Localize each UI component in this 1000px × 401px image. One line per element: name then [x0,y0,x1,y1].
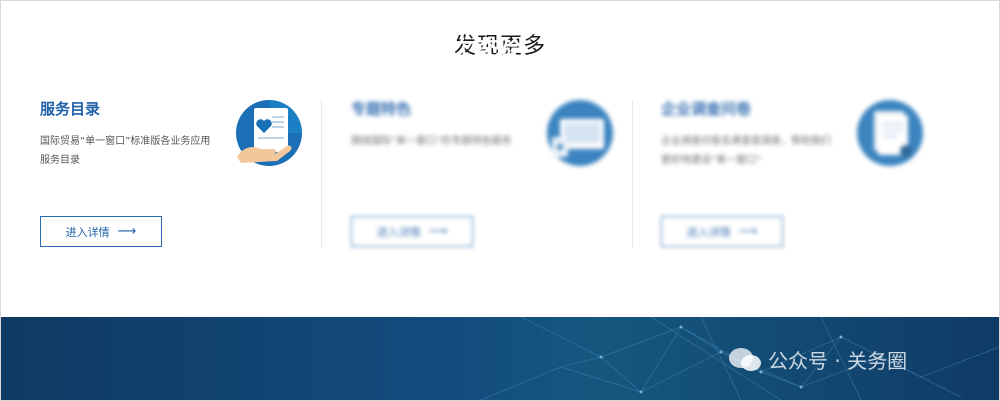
button-label: 进入详情 [65,225,110,239]
card-description: 国际贸易“单一窗口”标准版各业务应用服务目录 [40,136,211,166]
arrow-right-icon: ⟶ [117,224,137,239]
button-label: 进入详情 [376,225,421,239]
card-title: 企业调查问卷 [661,100,752,118]
enter-details-button[interactable]: 进入详情 ⟶ [661,216,783,247]
arrow-right-icon: ⟶ [738,224,758,239]
column-divider [321,100,322,248]
button-label: 进入详情 [686,225,731,239]
column-divider [632,100,633,248]
survey-document-icon [857,100,923,166]
wechat-icon [729,347,761,371]
card-description: 企业调查问卷及满意度调查，帮助我们更好地建设“单一窗口” [661,136,831,166]
card-title: 服务目录 [40,100,101,118]
card-enterprise-survey: 企业调查问卷 企业调查问卷及满意度调查，帮助我们更好地建设“单一窗口” 进入详情… [661,95,931,255]
enter-details-button[interactable]: 进入详情 ⟶ [40,216,162,247]
watermark-text: 公众号 · 关务圈 [768,349,908,373]
card-special-features: 专题特色 围绕国际“单一窗口”的专题特色服务 进入详情 ⟶ [351,95,621,255]
watermark: 公众号 · 关务圈 [728,345,907,374]
banner-slogan: 一点接入、一次提交、一次查验、一键跟踪、一站办理 [183,37,759,63]
card-description: 围绕国际“单一窗口”的专题特色服务 [351,136,512,147]
card-title: 专题特色 [351,100,412,118]
service-catalog-icon [236,100,302,166]
card-service-catalog: 服务目录 国际贸易“单一窗口”标准版各业务应用服务目录 进入详情 ⟶ [40,95,310,255]
special-features-icon [547,100,613,166]
enter-details-button[interactable]: 进入详情 ⟶ [351,216,473,247]
arrow-right-icon: ⟶ [428,224,448,239]
